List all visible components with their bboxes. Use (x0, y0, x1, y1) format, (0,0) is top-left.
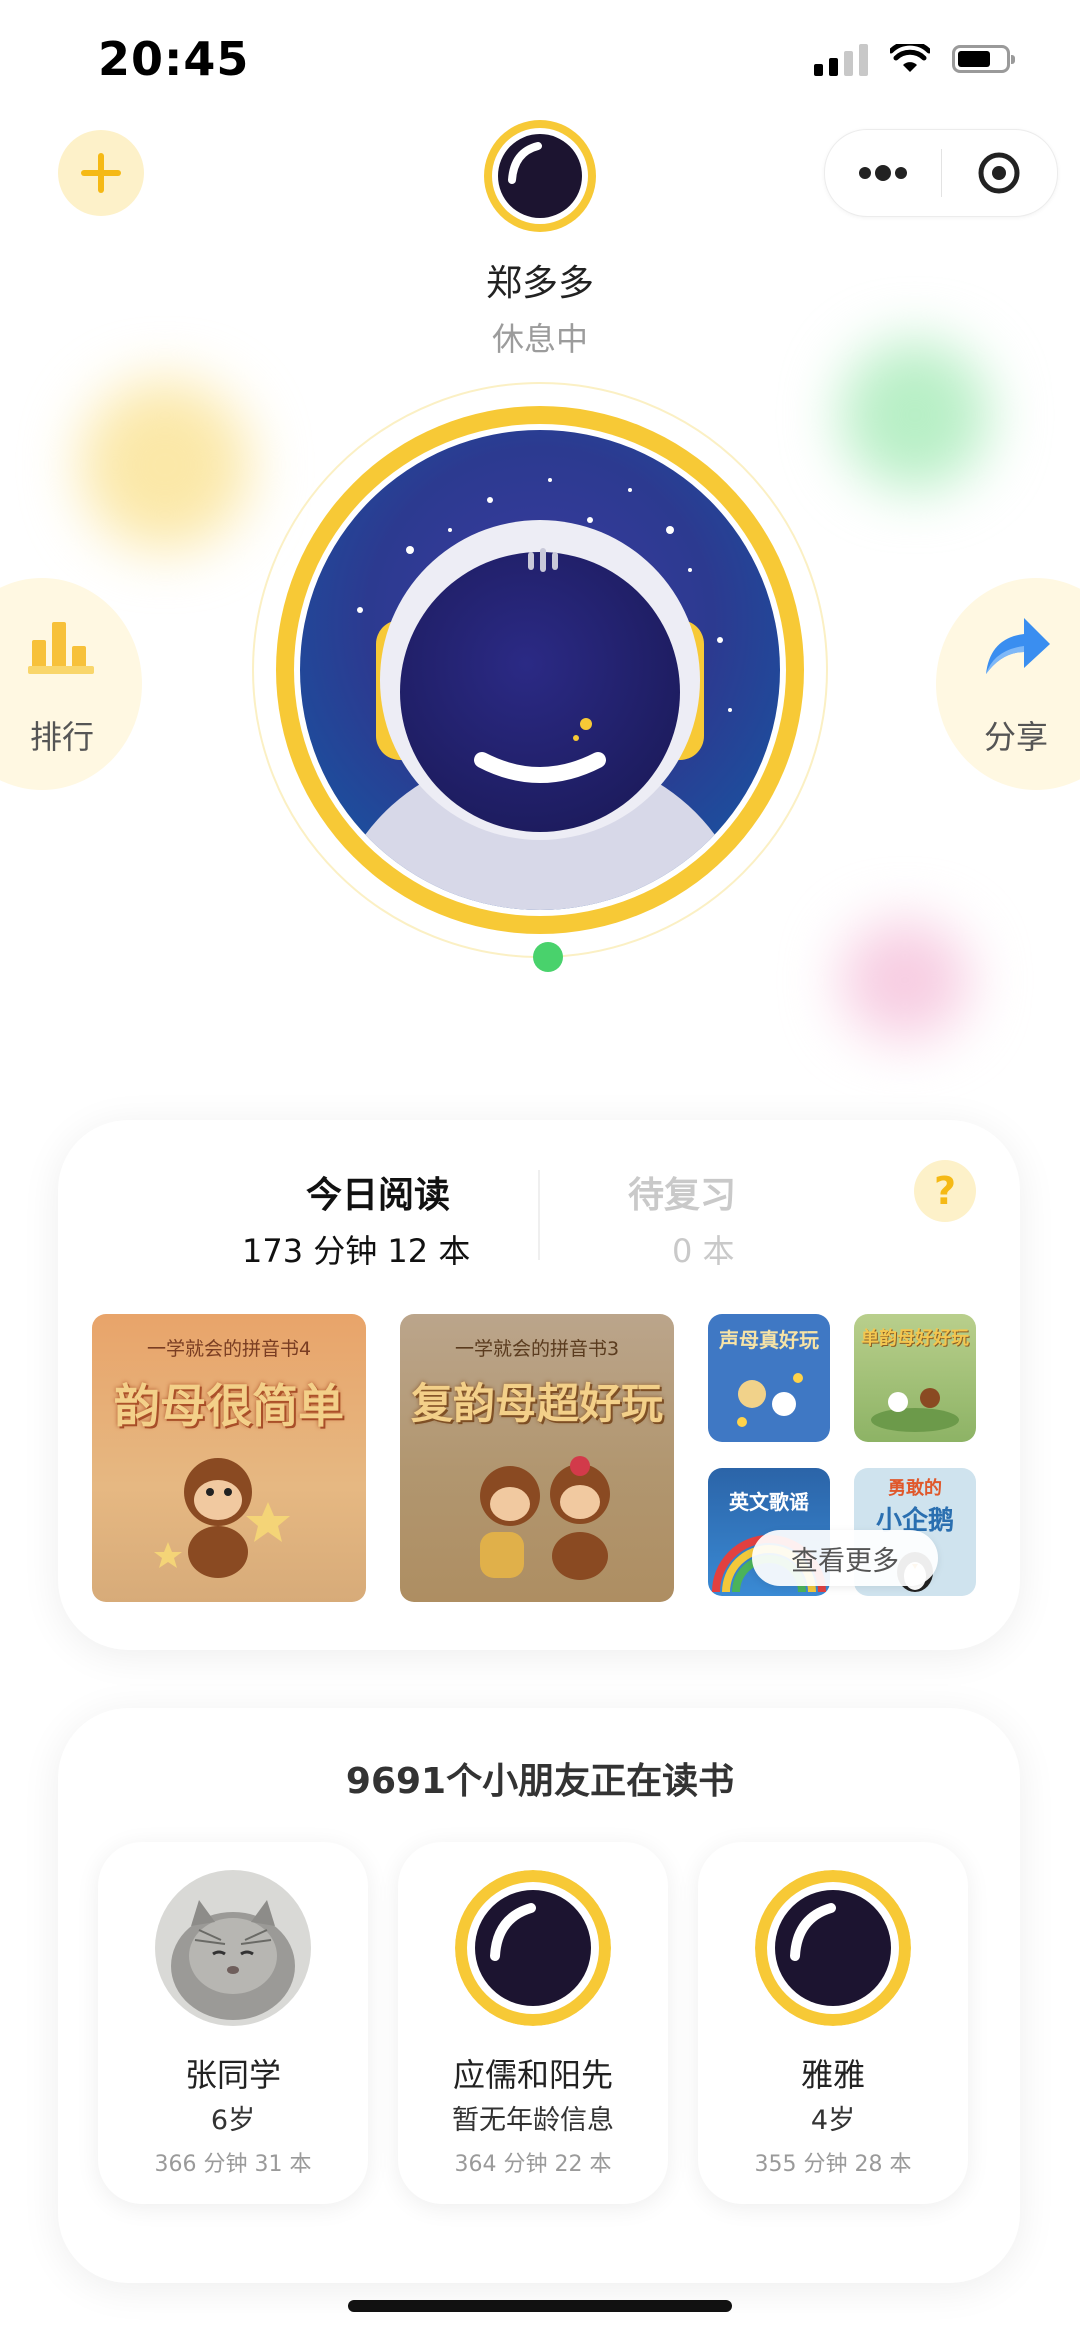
reader-stats: 366 分钟 31 本 (154, 2152, 312, 2177)
book-series: 一学就会的拼音书3 (454, 1338, 620, 1360)
status-icons (814, 42, 1015, 76)
target-icon (978, 152, 1020, 194)
readers-title: 9691个小朋友正在读书 (345, 1761, 735, 1802)
book-title: 声母真好玩 (719, 1328, 819, 1352)
home-indicator[interactable] (348, 2300, 732, 2312)
reader-age: 6岁 (210, 2105, 256, 2136)
rank-label: 排行 (30, 718, 95, 756)
book-illustration-icon (871, 1388, 959, 1432)
rank-button[interactable] (0, 578, 142, 790)
reader-card[interactable]: 张同学 6岁 366 分钟 31 本 (98, 1842, 368, 2204)
reader-stats: 364 分钟 22 本 (454, 2152, 612, 2177)
bar-chart-icon (28, 622, 94, 674)
review-tab-label[interactable]: 待复习 (628, 1166, 736, 1218)
more-options-button[interactable] (825, 130, 941, 216)
book-cover[interactable]: 声母真好玩 (708, 1314, 830, 1442)
online-status-dot (533, 942, 563, 972)
book-title: 单韵母好好玩 (861, 1328, 969, 1349)
close-miniprogram-button[interactable] (942, 130, 1058, 216)
monkey-illustration-icon (154, 1458, 290, 1578)
reader-age: 4岁 (810, 2105, 856, 2136)
book-subtitle: 勇敢的 (888, 1478, 942, 1499)
add-button[interactable] (58, 130, 144, 216)
see-more-button[interactable]: 查看更多 (752, 1530, 938, 1586)
wifi-icon (890, 44, 930, 72)
book-cover[interactable]: 一学就会的拼音书4 韵母很简单 (92, 1314, 366, 1602)
book-cover[interactable]: 一学就会的拼音书3 复韵母超好玩 (400, 1314, 674, 1602)
reader-card[interactable]: 应儒和阳先 暂无年龄信息 364 分钟 22 本 (398, 1842, 668, 2204)
share-label: 分享 (984, 718, 1049, 756)
stats-divider (538, 1170, 540, 1260)
reader-avatar (155, 1870, 311, 2026)
share-button[interactable] (936, 578, 1080, 790)
help-button[interactable]: ? (914, 1160, 976, 1222)
more-dots-icon (858, 165, 907, 181)
reader-card[interactable]: 雅雅 4岁 355 分钟 28 本 (698, 1842, 968, 2204)
book-illustration-icon (737, 1373, 803, 1427)
cat-avatar-icon (155, 1870, 311, 2026)
reader-name: 应儒和阳先 (452, 2056, 613, 2094)
status-time: 20:45 (98, 32, 250, 86)
plus-icon (81, 153, 121, 193)
book-cover[interactable]: 单韵母好好玩 (854, 1314, 976, 1442)
decor-blob-green (840, 340, 990, 490)
today-reading-stats: 173 分钟 12 本 (242, 1232, 471, 1270)
cellular-signal-icon (814, 42, 868, 76)
astronaut-avatar[interactable] (250, 380, 830, 960)
decor-blob-yellow (80, 380, 250, 550)
app-screen: 20:45 郑多多 休息中 排行 分享 今日阅读 173 分钟 12 本 待复习… (0, 0, 1080, 2337)
reader-age: 暂无年龄信息 (452, 2105, 614, 2136)
book-title: 英文歌谣 (729, 1490, 809, 1514)
book-title: 复韵母超好玩 (410, 1379, 663, 1428)
battery-icon (952, 45, 1015, 73)
reader-stats: 355 分钟 28 本 (754, 2152, 912, 2177)
review-stats: 0 本 (672, 1232, 735, 1270)
user-avatar[interactable] (482, 118, 598, 234)
miniprogram-capsule (824, 129, 1058, 217)
book-series: 一学就会的拼音书4 (146, 1338, 312, 1360)
monkeys-illustration-icon (480, 1456, 610, 1580)
astronaut-helmet-icon (755, 1870, 911, 2026)
reader-name: 雅雅 (800, 2056, 865, 2094)
reader-name: 张同学 (184, 2056, 281, 2094)
user-name: 郑多多 (485, 263, 594, 304)
reader-avatar (755, 1870, 911, 2026)
reader-avatar (455, 1870, 611, 2026)
decor-blob-pink (840, 920, 970, 1040)
today-reading-label[interactable]: 今日阅读 (306, 1166, 450, 1218)
book-title: 韵母很简单 (114, 1379, 344, 1433)
share-arrow-icon (986, 618, 1050, 674)
astronaut-helmet-icon (455, 1870, 611, 2026)
